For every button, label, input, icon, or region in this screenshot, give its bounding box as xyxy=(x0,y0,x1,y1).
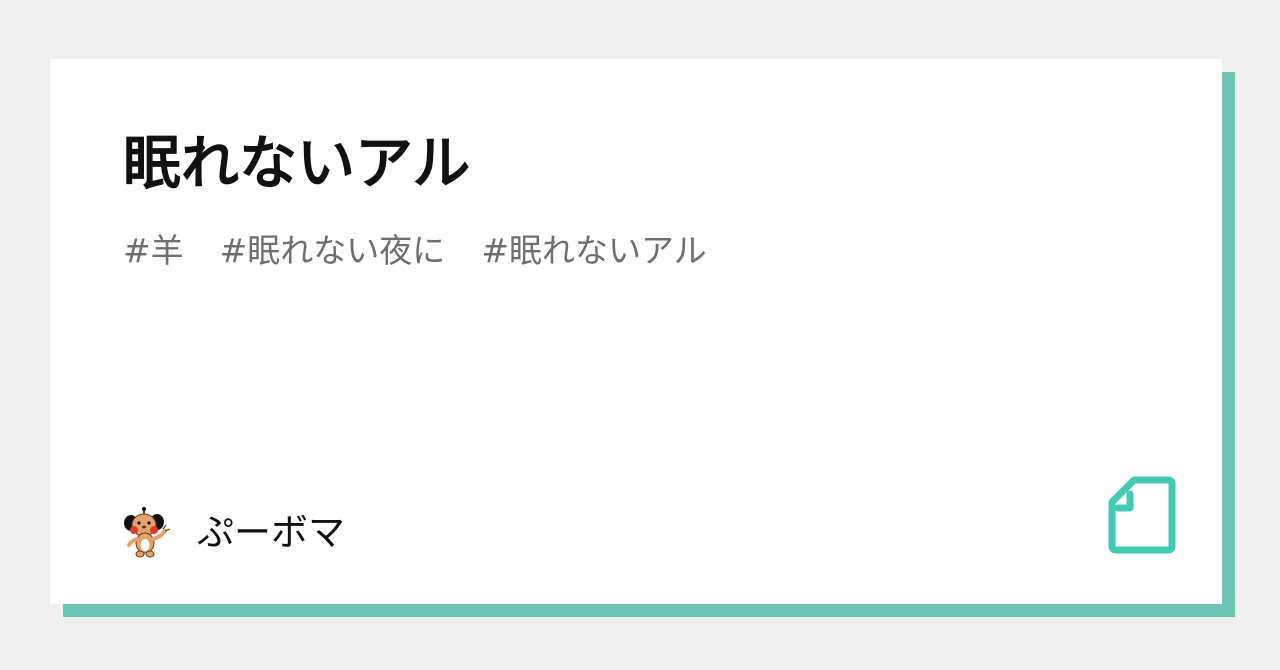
hashtag-list: #羊 #眠れない夜に #眠れないアル xyxy=(123,231,707,271)
note-document-icon[interactable] xyxy=(1108,476,1176,554)
hashtag[interactable]: #羊 xyxy=(123,231,184,271)
author-name: ぷーボマ xyxy=(197,511,345,554)
article-title: 眠れないアル xyxy=(123,129,471,197)
author-info[interactable]: ぷーボマ xyxy=(123,507,345,559)
hashtag[interactable]: #眠れないアル xyxy=(481,231,706,271)
hashtag[interactable]: #眠れない夜に xyxy=(220,231,446,271)
puppy-character-icon xyxy=(124,507,171,558)
article-card[interactable]: 眠れないアル #羊 #眠れない夜に #眠れないアル ぷーボマ xyxy=(50,59,1222,604)
